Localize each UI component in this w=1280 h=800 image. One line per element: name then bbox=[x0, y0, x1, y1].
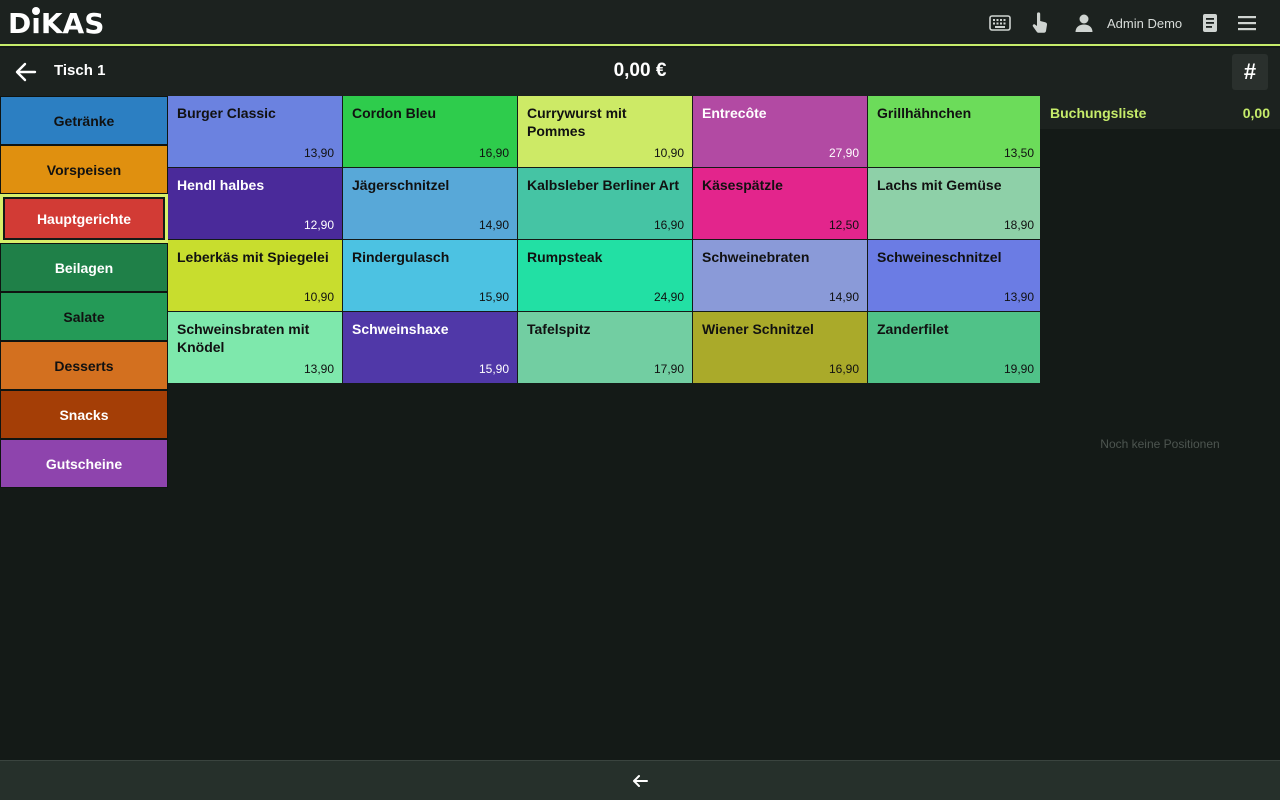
product-name: Schweinsbraten mit Knödel bbox=[177, 321, 310, 355]
bottom-bar bbox=[0, 760, 1280, 800]
back-arrow-icon[interactable] bbox=[631, 774, 649, 788]
product-tile[interactable]: Zanderfilet 19,90 bbox=[868, 312, 1042, 383]
product-price: 24,90 bbox=[653, 290, 684, 304]
product-price: 13,90 bbox=[1003, 290, 1034, 304]
order-total: 0,00 € bbox=[613, 60, 667, 81]
product-tile[interactable]: Käsespätzle 12,50 bbox=[693, 168, 867, 239]
product-name: Leberkäs mit Spiegelei bbox=[177, 249, 329, 265]
product-tile[interactable]: Schweineschnitzel 13,90 bbox=[868, 240, 1042, 311]
category-list: Getränke Vorspeisen Hauptgerichte Beilagen S… bbox=[0, 96, 168, 488]
product-name: Lachs mit Gemüse bbox=[877, 177, 1002, 193]
category-snacks[interactable]: Snacks bbox=[0, 390, 168, 439]
product-price: 15,90 bbox=[478, 362, 509, 376]
user-name[interactable]: Admin Demo bbox=[1107, 16, 1182, 31]
product-price: 18,90 bbox=[1003, 218, 1034, 232]
product-name: Grillhähnchen bbox=[877, 105, 972, 121]
product-name: Rindergulasch bbox=[352, 249, 450, 265]
product-tile[interactable]: Burger Classic 13,90 bbox=[168, 96, 342, 167]
category-getränke[interactable]: Getränke bbox=[0, 96, 168, 145]
top-bar: DıKAS Admin Demo bbox=[0, 0, 1280, 46]
product-tile[interactable]: Hendl halbes 12,90 bbox=[168, 168, 342, 239]
product-tile[interactable]: Rumpsteak 24,90 bbox=[518, 240, 692, 311]
category-salate[interactable]: Salate bbox=[0, 292, 168, 341]
product-tile[interactable]: Schweinebraten 14,90 bbox=[693, 240, 867, 311]
category-beilagen[interactable]: Beilagen bbox=[0, 243, 168, 292]
product-price: 12,90 bbox=[303, 218, 334, 232]
product-tile[interactable]: Lachs mit Gemüse 18,90 bbox=[868, 168, 1042, 239]
booking-list-title: Buchungsliste bbox=[1050, 104, 1147, 121]
product-grid: Burger Classic 13,90 Cordon Bleu 16,90 Curry… bbox=[168, 96, 1042, 383]
category-desserts[interactable]: Desserts bbox=[0, 341, 168, 390]
product-name: Rumpsteak bbox=[527, 249, 603, 265]
product-name: Burger Classic bbox=[177, 105, 276, 121]
product-name: Kalbsleber Berliner Art bbox=[527, 177, 679, 193]
product-price: 13,90 bbox=[303, 146, 334, 160]
product-price: 13,90 bbox=[303, 362, 334, 376]
product-name: Hendl halbes bbox=[177, 177, 265, 193]
product-tile[interactable]: Jägerschnitzel 14,90 bbox=[343, 168, 517, 239]
product-name: Schweinshaxe bbox=[352, 321, 449, 337]
product-tile[interactable]: Grillhähnchen 13,50 bbox=[868, 96, 1042, 167]
product-price: 14,90 bbox=[828, 290, 859, 304]
product-price: 10,90 bbox=[303, 290, 334, 304]
book-icon[interactable] bbox=[1198, 12, 1222, 34]
product-name: Currywurst mit Pommes bbox=[527, 105, 627, 139]
category-gutscheine[interactable]: Gutscheine bbox=[0, 439, 168, 488]
product-price: 19,90 bbox=[1003, 362, 1034, 376]
product-price: 14,90 bbox=[478, 218, 509, 232]
product-tile[interactable]: Tafelspitz 17,90 bbox=[518, 312, 692, 383]
product-tile[interactable]: Schweinsbraten mit Knödel 13,90 bbox=[168, 312, 342, 383]
product-tile[interactable]: Cordon Bleu 16,90 bbox=[343, 96, 517, 167]
product-tile[interactable]: Leberkäs mit Spiegelei 10,90 bbox=[168, 240, 342, 311]
booking-list-total: 0,00 bbox=[1242, 104, 1270, 121]
booking-list-empty: Noch keine Positionen bbox=[1100, 437, 1220, 451]
product-name: Käsespätzle bbox=[702, 177, 783, 193]
product-tile[interactable]: Entrecôte 27,90 bbox=[693, 96, 867, 167]
product-tile[interactable]: Currywurst mit Pommes 10,90 bbox=[518, 96, 692, 167]
booking-list-header: Buchungsliste 0,00 bbox=[1040, 96, 1280, 129]
product-name: Jägerschnitzel bbox=[352, 177, 450, 193]
user-icon[interactable] bbox=[1072, 12, 1096, 34]
table-number-button[interactable]: # bbox=[1232, 54, 1268, 90]
touch-icon[interactable] bbox=[1028, 12, 1052, 34]
product-tile[interactable]: Schweinshaxe 15,90 bbox=[343, 312, 517, 383]
product-name: Schweinebraten bbox=[702, 249, 810, 265]
product-price: 12,50 bbox=[828, 218, 859, 232]
keyboard-icon[interactable] bbox=[988, 12, 1012, 34]
product-price: 17,90 bbox=[653, 362, 684, 376]
product-price: 16,90 bbox=[828, 362, 859, 376]
category-hauptgerichte[interactable]: Hauptgerichte bbox=[0, 194, 168, 243]
product-name: Cordon Bleu bbox=[352, 105, 436, 121]
menu-icon[interactable] bbox=[1235, 12, 1259, 34]
product-price: 13,50 bbox=[1003, 146, 1034, 160]
category-vorspeisen[interactable]: Vorspeisen bbox=[0, 145, 168, 194]
product-tile[interactable]: Wiener Schnitzel 16,90 bbox=[693, 312, 867, 383]
product-tile[interactable]: Rindergulasch 15,90 bbox=[343, 240, 517, 311]
product-price: 27,90 bbox=[828, 146, 859, 160]
product-name: Tafelspitz bbox=[527, 321, 591, 337]
product-price: 10,90 bbox=[653, 146, 684, 160]
product-price: 16,90 bbox=[653, 218, 684, 232]
product-price: 15,90 bbox=[478, 290, 509, 304]
product-tile[interactable]: Kalbsleber Berliner Art 16,90 bbox=[518, 168, 692, 239]
product-name: Schweineschnitzel bbox=[877, 249, 1002, 265]
dikas-logo: DıKAS bbox=[8, 7, 105, 40]
product-name: Entrecôte bbox=[702, 105, 767, 121]
product-name: Zanderfilet bbox=[877, 321, 949, 337]
booking-list: Buchungsliste 0,00 Noch keine Positionen bbox=[1040, 96, 1280, 760]
product-price: 16,90 bbox=[478, 146, 509, 160]
table-header: Tisch 1 0,00 € # bbox=[0, 48, 1280, 96]
product-name: Wiener Schnitzel bbox=[702, 321, 814, 337]
